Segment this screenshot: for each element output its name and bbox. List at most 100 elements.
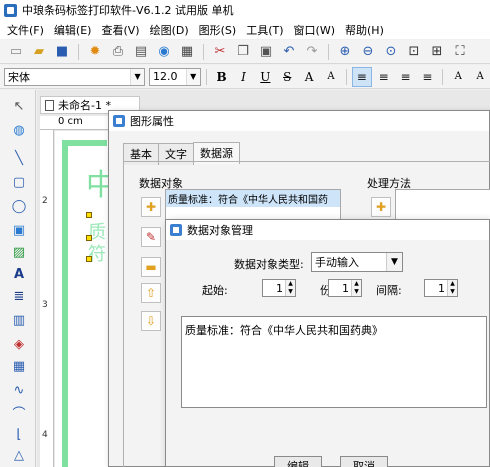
menu-help[interactable]: 帮助(H) <box>340 22 389 38</box>
italic-button[interactable]: I <box>234 67 254 87</box>
menu-tools[interactable]: 工具(T) <box>241 22 288 38</box>
start-label: 起始: <box>202 284 228 297</box>
print-preview-icon[interactable]: ▤ <box>131 42 151 62</box>
move-up-icon[interactable]: ⇧ <box>141 283 161 303</box>
triangle-tool-icon[interactable]: △ <box>9 445 29 465</box>
dialog-app-icon <box>113 115 125 127</box>
copies-value: 1 <box>342 281 349 295</box>
content-textarea[interactable]: 质量标准：符合《中华人民共和国药典》 <box>181 316 487 408</box>
grid-icon[interactable]: ▦ <box>177 42 197 62</box>
image-frame-icon[interactable]: ▣ <box>9 220 29 240</box>
edit-data-object-icon[interactable]: ✎ <box>141 227 161 247</box>
redo-icon[interactable]: ↷ <box>302 42 322 62</box>
undo-icon[interactable]: ↶ <box>279 42 299 62</box>
chevron-down-icon[interactable]: ▼ <box>130 68 145 85</box>
cancel-button[interactable]: 取消 <box>340 456 388 467</box>
cut-icon[interactable]: ✂ <box>210 42 230 62</box>
menu-draw[interactable]: 绘图(D) <box>145 22 194 38</box>
ruler-number: 3 <box>42 300 48 310</box>
stepper-arrows-icon[interactable]: ▲ ▼ <box>447 280 457 296</box>
strikethrough-button[interactable]: S <box>277 67 297 87</box>
polyline-tool-icon[interactable]: ⌊ <box>9 424 29 444</box>
settings-gear-icon[interactable]: ✹ <box>85 42 105 62</box>
copy-icon[interactable]: ❐ <box>233 42 253 62</box>
align-justify-icon[interactable]: ≡ <box>417 67 437 87</box>
drawing-toolbox: ↖ ◍ ╲ ▢ ◯ ▣ ▨ A ≣ ▥ ◈ ▦ ∿ ⌒ ⌊ △ <box>0 90 36 467</box>
dialog-title-bar: 数据对象管理 <box>166 220 489 240</box>
print-icon[interactable]: ⎙ <box>108 42 128 62</box>
selection-handle[interactable] <box>86 212 92 218</box>
zoom-fit-icon[interactable]: ⊙ <box>381 42 401 62</box>
underline-button[interactable]: U <box>255 67 275 87</box>
text-rotate-icon[interactable]: A <box>470 67 490 87</box>
add-data-object-icon[interactable]: ✚ <box>141 197 161 217</box>
open-folder-icon[interactable]: ▰ <box>29 42 49 62</box>
align-right-icon[interactable]: ≡ <box>396 67 416 87</box>
object-type-select[interactable]: 手动输入 ▼ <box>311 252 403 272</box>
toolbar-separator <box>203 43 204 60</box>
save-icon[interactable]: ■ <box>52 42 72 62</box>
menu-window[interactable]: 窗口(W) <box>289 22 340 38</box>
barcode-icon[interactable]: ▥ <box>9 310 29 330</box>
selection-handle[interactable] <box>86 256 92 262</box>
font-size-select[interactable]: 12.0 ▼ <box>149 67 201 86</box>
curve-tool-icon[interactable]: ∿ <box>9 380 29 400</box>
zoom-page-icon[interactable]: ⊡ <box>404 42 424 62</box>
pan-icon[interactable]: ◍ <box>9 120 29 140</box>
paste-icon[interactable]: ▣ <box>256 42 276 62</box>
chevron-down-icon[interactable]: ▼ <box>386 253 402 271</box>
dialog-title-bar: 图形属性 <box>109 111 489 131</box>
zoom-out-icon[interactable]: ⊖ <box>358 42 378 62</box>
format-toolbar: 宋体 ▼ 12.0 ▼ B I U S A A ≡ ≡ ≡ ≡ A A <box>0 65 490 89</box>
bold-button[interactable]: B <box>212 67 232 87</box>
title-bar: 中琅条码标签打印软件-V6.1.2 试用版 单机 <box>0 0 490 20</box>
zoom-actual-icon[interactable]: ⊞ <box>427 42 447 62</box>
add-processing-icon[interactable]: ✚ <box>371 197 391 217</box>
image-tool-icon[interactable]: ▨ <box>9 242 29 262</box>
shape-icon[interactable]: ◈ <box>9 334 29 354</box>
delete-data-object-icon[interactable]: ▬ <box>141 257 161 277</box>
font-family-select[interactable]: 宋体 ▼ <box>4 67 146 86</box>
menu-shape[interactable]: 图形(S) <box>194 22 242 38</box>
app-icon <box>4 3 17 17</box>
menu-edit[interactable]: 编辑(E) <box>49 22 97 38</box>
move-down-icon[interactable]: ⇩ <box>141 311 161 331</box>
stepper-arrows-icon[interactable]: ▲ ▼ <box>351 280 361 296</box>
multiline-text-icon[interactable]: ≣ <box>9 286 29 306</box>
start-stepper[interactable]: 1 ▲ ▼ <box>262 279 296 297</box>
rectangle-tool-icon[interactable]: ▢ <box>9 172 29 192</box>
interval-stepper[interactable]: 1 ▲ ▼ <box>424 279 458 297</box>
chevron-down-icon[interactable]: ▼ <box>185 68 200 85</box>
data-object-manager-dialog: 数据对象管理 数据对象类型: 手动输入 ▼ 起始: 1 ▲▼ 份数: 1 ▲▼ … <box>165 219 490 467</box>
fullscreen-icon[interactable]: ⛶ <box>450 42 470 62</box>
object-type-value: 手动输入 <box>315 256 359 269</box>
interval-value: 1 <box>438 281 445 295</box>
qrcode-icon[interactable]: ▦ <box>9 356 29 376</box>
list-item[interactable]: 质量标准：符合《中华人民共和国药 <box>166 190 340 207</box>
new-file-icon[interactable]: ▭ <box>6 42 26 62</box>
font-size-value: 12.0 <box>153 70 178 83</box>
menu-file[interactable]: 文件(F) <box>2 22 49 38</box>
main-toolbar: ▭ ▰ ■ ✹ ⎙ ▤ ◉ ▦ ✂ ❐ ▣ ↶ ↷ ⊕ ⊖ ⊙ ⊡ ⊞ ⛶ <box>0 40 490 64</box>
text-tool-icon[interactable]: A <box>9 264 29 284</box>
text-size-icon[interactable]: A <box>299 67 319 87</box>
line-tool-icon[interactable]: ╲ <box>9 148 29 168</box>
ellipse-tool-icon[interactable]: ◯ <box>9 196 29 216</box>
menu-view[interactable]: 查看(V) <box>96 22 144 38</box>
arc-tool-icon[interactable]: ⌒ <box>9 402 29 422</box>
edit-button[interactable]: 编辑 <box>274 456 322 467</box>
align-left-icon[interactable]: ≡ <box>351 66 372 87</box>
database-icon[interactable]: ◉ <box>154 42 174 62</box>
toolbar-separator <box>442 68 444 85</box>
toolbar-separator <box>345 68 347 85</box>
text-direction-icon[interactable]: A <box>448 67 468 87</box>
align-center-icon[interactable]: ≡ <box>374 67 394 87</box>
stepper-arrows-icon[interactable]: ▲ ▼ <box>285 280 295 296</box>
zoom-in-icon[interactable]: ⊕ <box>335 42 355 62</box>
menu-bar: 文件(F) 编辑(E) 查看(V) 绘图(D) 图形(S) 工具(T) 窗口(W… <box>0 20 490 39</box>
text-shrink-icon[interactable]: A <box>321 67 341 87</box>
copies-stepper[interactable]: 1 ▲ ▼ <box>328 279 362 297</box>
selection-handle[interactable] <box>86 235 92 241</box>
select-pointer-icon[interactable]: ↖ <box>9 96 29 116</box>
toolbar-separator <box>328 43 329 60</box>
